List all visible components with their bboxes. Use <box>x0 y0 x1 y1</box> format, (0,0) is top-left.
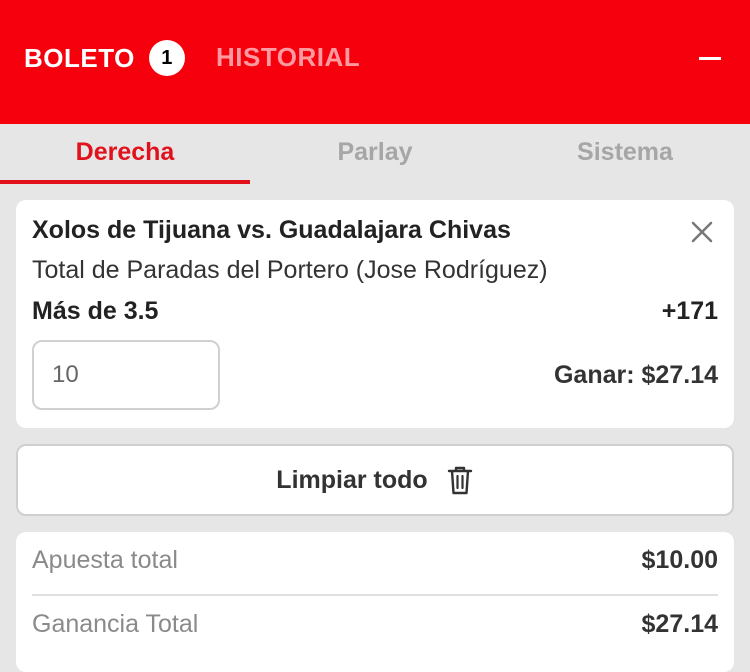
remove-selection-button[interactable] <box>688 218 716 246</box>
tab-historial[interactable]: HISTORIAL <box>216 42 360 73</box>
tab-boleto[interactable]: BOLETO 1 <box>24 40 185 76</box>
trash-icon <box>447 466 472 495</box>
minus-icon <box>699 57 721 60</box>
summary-divider <box>32 594 718 596</box>
total-stake-label: Apuesta total <box>32 546 178 574</box>
tab-sistema[interactable]: Sistema <box>500 138 750 167</box>
tab-boleto-label: BOLETO <box>24 42 135 73</box>
clear-all-button[interactable]: Limpiar todo <box>16 444 734 516</box>
tab-parlay[interactable]: Parlay <box>250 138 500 167</box>
stake-input[interactable] <box>32 340 220 410</box>
market-name: Total de Paradas del Portero (Jose Rodrí… <box>32 256 548 284</box>
selection-pick: Más de 3.5 <box>32 297 159 325</box>
total-win-value: $27.14 <box>641 610 718 638</box>
win-amount: $27.14 <box>641 361 718 389</box>
close-icon <box>691 221 713 243</box>
selection-odds: +171 <box>661 297 718 325</box>
bet-summary: Apuesta total $10.00 Ganancia Total $27.… <box>16 532 734 672</box>
selection-card: Xolos de Tijuana vs. Guadalajara Chivas … <box>16 200 734 428</box>
active-tab-indicator <box>0 180 250 184</box>
total-stake-value: $10.00 <box>641 546 718 574</box>
total-win-label: Ganancia Total <box>32 610 199 638</box>
match-title: Xolos de Tijuana vs. Guadalajara Chivas <box>32 216 511 244</box>
bet-type-tabs: Derecha Parlay Sistema <box>0 124 750 184</box>
betslip-header: BOLETO 1 HISTORIAL <box>0 0 750 124</box>
win-label: Ganar: <box>553 361 635 389</box>
clear-all-label: Limpiar todo <box>276 465 428 494</box>
selection-count-badge: 1 <box>148 40 185 76</box>
collapse-button[interactable] <box>696 42 726 72</box>
tab-derecha[interactable]: Derecha <box>0 138 250 167</box>
potential-win: Ganar: $27.14 <box>554 361 718 390</box>
